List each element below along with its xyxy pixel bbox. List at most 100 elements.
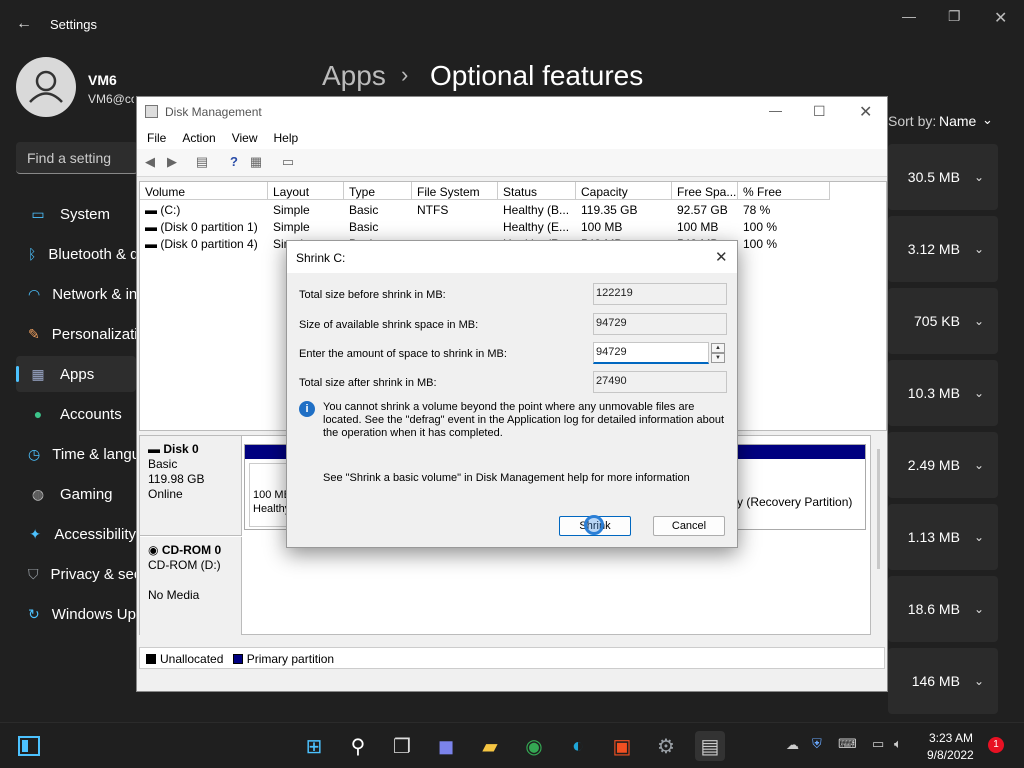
chevron-down-icon[interactable]: ⌄ [982, 112, 993, 128]
clock-time[interactable]: 3:23 AM [929, 731, 973, 745]
table-cell[interactable]: ▬ (Disk 0 partition 4) [140, 235, 268, 252]
disk0-label[interactable]: ▬ Disk 0 Basic 119.98 GB Online [140, 436, 242, 536]
column-header[interactable]: Status [498, 182, 576, 200]
sidebar-item-bluetooth[interactable]: ᛒ Bluetooth & devices [16, 236, 136, 272]
search-icon[interactable]: ⚲ [343, 731, 373, 761]
chevron-down-icon[interactable]: ⌄ [974, 674, 984, 688]
disk-list-icon[interactable]: ▭ [279, 154, 297, 170]
feature-card[interactable]: 146 MB ⌄ [888, 648, 998, 714]
feature-card[interactable]: 30.5 MB ⌄ [888, 144, 998, 210]
teams-chat-icon[interactable]: ◼ [431, 731, 461, 761]
menu-help[interactable]: Help [264, 127, 305, 145]
security-shield-icon[interactable]: ⛨ [812, 736, 822, 752]
settings-icon[interactable]: ⚙ [651, 731, 681, 761]
sidebar-item-privacy[interactable]: ⛉ Privacy & security [16, 556, 136, 592]
unallocated-swatch [146, 654, 156, 664]
partition-4[interactable]: y (Recovery Partition) [735, 463, 861, 527]
store-icon[interactable]: ▣ [607, 731, 637, 761]
breadcrumb-parent[interactable]: Apps [322, 60, 386, 92]
console-tree-icon[interactable]: ▤ [193, 154, 211, 170]
back-arrow-icon[interactable]: ← [16, 15, 32, 33]
help-icon[interactable]: ? [225, 154, 243, 170]
properties-icon[interactable]: ▦ [247, 154, 265, 170]
file-explorer-icon[interactable]: ▰ [475, 731, 505, 761]
back-arrow-icon[interactable]: ◀ [141, 154, 159, 170]
cdrom-status: No Media [148, 588, 200, 602]
feature-card[interactable]: 705 KB ⌄ [888, 288, 998, 354]
search-input[interactable]: Find a setting [16, 142, 138, 174]
widgets-icon[interactable] [14, 731, 44, 761]
sidebar-item-windows[interactable]: ↻ Windows Update [16, 596, 136, 632]
column-header[interactable]: % Free [738, 182, 830, 200]
chrome-icon[interactable]: ◉ [519, 731, 549, 761]
menu-action[interactable]: Action [172, 127, 221, 145]
feature-card[interactable]: 18.6 MB ⌄ [888, 576, 998, 642]
column-header[interactable]: Volume [140, 182, 268, 200]
menu-file[interactable]: File [137, 127, 172, 145]
close-icon[interactable]: ✕ [994, 8, 1007, 28]
chevron-down-icon[interactable]: ⌄ [974, 458, 984, 472]
start-icon[interactable]: ⊞ [299, 731, 329, 761]
feature-card[interactable]: 10.3 MB ⌄ [888, 360, 998, 426]
cdrom-label[interactable]: ◉ CD-ROM 0 CD-ROM (D:) No Media [140, 537, 242, 635]
sort-value[interactable]: Name [939, 113, 976, 129]
sidebar-item-gaming[interactable]: ◍ Gaming [16, 476, 136, 512]
spin-up-icon[interactable]: ▲ [711, 343, 725, 353]
close-icon[interactable]: ✕ [859, 102, 872, 122]
cancel-button[interactable]: Cancel [653, 516, 725, 536]
edge-icon[interactable]: ◐ [563, 731, 593, 761]
column-header[interactable]: Capacity [576, 182, 672, 200]
network-icon[interactable]: ▭ [872, 736, 884, 752]
cdrom-name: CD-ROM 0 [161, 543, 222, 557]
sidebar-item-apps[interactable]: ▦ Apps [16, 356, 136, 392]
keyboard-icon[interactable]: ⌨ [838, 736, 857, 752]
disk-management-icon[interactable]: ▤ [695, 731, 725, 761]
lower-scrollbar[interactable] [877, 449, 880, 569]
chevron-down-icon[interactable]: ⌄ [974, 602, 984, 616]
sidebar-item-label: Apps [60, 365, 95, 383]
dm-titlebar: Disk Management — ☐ ✕ [137, 97, 887, 127]
disk0-type: Basic [148, 457, 178, 471]
column-header[interactable]: Free Spa... [672, 182, 738, 200]
forward-arrow-icon[interactable]: ▶ [163, 154, 181, 170]
sidebar-item-network[interactable]: ◠ Network & internet [16, 276, 136, 312]
sidebar-item-label: Personalization [51, 325, 136, 343]
cdrom-type: CD-ROM (D:) [148, 558, 221, 572]
sidebar-item-accounts[interactable]: ● Accounts [16, 396, 136, 432]
sidebar-item-accessibility[interactable]: ✦ Accessibility [16, 516, 136, 552]
sidebar-item-system[interactable]: ▭ System [16, 196, 136, 232]
sidebar-item-label: System [60, 205, 111, 223]
chevron-down-icon[interactable]: ⌄ [974, 314, 984, 328]
avatar[interactable] [16, 57, 76, 117]
column-header[interactable]: Layout [268, 182, 344, 200]
chevron-down-icon[interactable]: ⌄ [974, 242, 984, 256]
shrink-amount-input[interactable]: 94729 [593, 342, 709, 364]
column-header[interactable]: File System [412, 182, 498, 200]
sidebar-item-personalization[interactable]: ✎ Personalization [16, 316, 136, 352]
chevron-down-icon[interactable]: ⌄ [974, 530, 984, 544]
notification-badge[interactable]: 1 [988, 737, 1004, 753]
close-icon[interactable]: ✕ [715, 248, 728, 266]
feature-card[interactable]: 1.13 MB ⌄ [888, 504, 998, 570]
cloud-off-icon[interactable]: ☁ [786, 737, 799, 753]
table-cell[interactable]: ▬ (C:) [140, 201, 268, 218]
table-cell[interactable]: ▬ (Disk 0 partition 1) [140, 218, 268, 235]
user-email: VM6@coll-host.local [88, 92, 134, 106]
chevron-down-icon[interactable]: ⌄ [974, 170, 984, 184]
maximize-icon[interactable]: ☐ [813, 103, 826, 120]
feature-card[interactable]: 3.12 MB ⌄ [888, 216, 998, 282]
maximize-icon[interactable]: ❐ [948, 8, 961, 25]
clock-date[interactable]: 9/8/2022 [927, 748, 974, 762]
minimize-icon[interactable]: — [769, 103, 782, 118]
feature-card[interactable]: 2.49 MB ⌄ [888, 432, 998, 498]
volume-icon[interactable]: 🔈︎ [894, 736, 902, 752]
column-header[interactable]: Type [344, 182, 412, 200]
sidebar-item-time[interactable]: ◷ Time & language [16, 436, 136, 472]
menu-view[interactable]: View [222, 127, 264, 145]
spin-down-icon[interactable]: ▼ [711, 353, 725, 363]
task-view-icon[interactable]: ❐ [387, 731, 417, 761]
legend: Unallocated Primary partition [139, 647, 885, 669]
minimize-icon[interactable]: — [902, 8, 916, 24]
dm-toolbar: ◀ ▶ ▤ ? ▦ ▭ [137, 149, 887, 177]
chevron-down-icon[interactable]: ⌄ [974, 386, 984, 400]
